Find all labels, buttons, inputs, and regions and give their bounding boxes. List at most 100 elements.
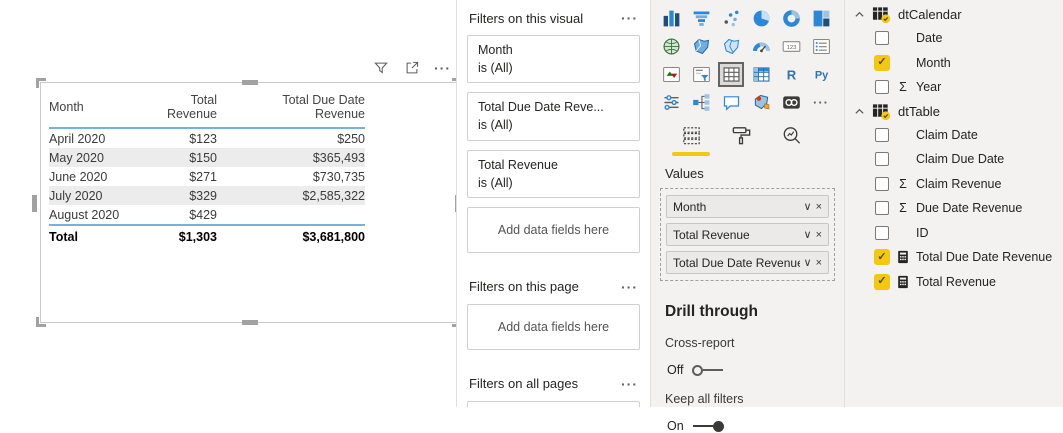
table-row: May 2020 $150 $365,493 [49,148,365,167]
field-well-pill[interactable]: Total Revenue ∨ × [666,223,829,246]
filter-field-name: Total Due Date Reve... [478,100,604,115]
resize-handle-left[interactable] [32,195,37,212]
field-item[interactable]: Claim Due Date [845,147,1063,172]
field-item[interactable]: Claim Date [845,123,1063,148]
filter-icon[interactable] [372,59,390,77]
table-cell: $250 [337,131,365,146]
cross-report-toggle[interactable] [692,364,724,376]
viz-icon-treemap[interactable] [808,6,834,31]
viz-icon-slicer-list[interactable] [658,90,684,115]
values-field-well[interactable]: Month ∨ × Total Revenue ∨ × Total Due Date Rev… [660,188,835,281]
checkbox-unchecked[interactable] [875,201,889,216]
checkbox-unchecked[interactable] [875,127,889,142]
checkbox-unchecked[interactable] [875,80,889,95]
remove-field-icon[interactable]: × [816,257,822,269]
viz-icon-donut-chart[interactable] [778,6,804,31]
viz-icon-r-script[interactable]: R [778,62,804,87]
viz-icon-scatter-chart[interactable] [718,6,744,31]
field-item[interactable]: ✓ Month [845,51,1063,76]
resize-handle-top[interactable] [242,80,258,85]
field-well-pill[interactable]: Total Due Date Revenue ∨ × [666,251,829,274]
chevron-down-icon[interactable]: ∨ [804,228,812,241]
table-cell: $429 [189,207,217,222]
viz-icon-smart-narrative[interactable] [718,90,744,115]
more-options-icon[interactable]: ··· [621,377,638,391]
field-item[interactable]: ✓ Total Revenue [845,270,1063,295]
resize-handle-bottom-left[interactable] [36,317,46,327]
field-well-pill[interactable]: Month ∨ × [666,195,829,218]
field-item[interactable]: Σ Claim Revenue [845,172,1063,197]
field-label: Claim Due Date [916,152,1005,167]
viz-icon-map[interactable] [658,34,684,59]
viz-icon-table[interactable] [718,62,744,87]
filter-section-header: Filters on all pages ··· [467,376,640,392]
tab-analytics[interactable] [772,124,810,156]
field-item[interactable]: Σ Due Date Revenue [845,196,1063,221]
field-label: Year [916,80,942,95]
checkbox-unchecked[interactable] [875,31,889,46]
field-item[interactable]: ✓ Total Due Date Revenue [845,245,1063,270]
visualization-gallery: 123 R Py ··· [658,6,837,115]
table-visual[interactable]: Month Total Revenue Total Due Date Revenue… [32,78,462,327]
total-cell: Total [49,224,139,247]
viz-icon-more-visuals[interactable]: ··· [808,90,834,115]
viz-icon-power-automate[interactable] [778,90,804,115]
fields-table-name: dtCalendar [898,7,962,22]
field-item[interactable]: Date [845,26,1063,51]
add-data-fields-dropzone[interactable]: Add data fields here [467,400,640,407]
collapse-chevron-icon[interactable] [854,9,865,20]
filter-card[interactable]: Month is (All) [467,35,640,84]
viz-icon-stacked-bar-chart[interactable] [658,6,684,31]
viz-icon-arcgis-map[interactable] [748,90,774,115]
viz-icon-slicer[interactable] [688,62,714,87]
viz-icon-multi-row-card[interactable] [808,34,834,59]
viz-icon-python-script[interactable]: Py [808,62,834,87]
resize-handle-top-left[interactable] [36,78,46,88]
checkbox-unchecked[interactable] [875,176,889,191]
resize-handle-bottom[interactable] [242,320,258,325]
filter-card[interactable]: Total Due Date Reve... is (All) [467,92,640,141]
checkbox-checked[interactable]: ✓ [874,273,890,290]
checkbox-checked[interactable]: ✓ [874,54,890,71]
add-data-fields-dropzone[interactable]: Add data fields here [467,303,640,350]
checkbox-wrap [873,152,891,167]
fields-table-dtCalendar[interactable]: dtCalendar [845,3,1063,26]
viz-icon-kpi[interactable] [658,62,684,87]
field-item[interactable]: Σ Year [845,75,1063,100]
tab-format[interactable] [722,124,760,156]
report-canvas[interactable]: ··· Month Total Revenue Total Due Date Rev… [0,0,462,407]
tab-fields[interactable] [672,124,710,156]
chevron-down-icon[interactable]: ∨ [804,200,812,213]
viz-icon-funnel-chart[interactable] [688,6,714,31]
fields-table-dtTable[interactable]: dtTable [845,100,1063,123]
filter-card[interactable]: Total Revenue is (All) [467,149,640,198]
field-item[interactable]: ID [845,221,1063,246]
table-checked-icon [872,5,891,24]
more-options-icon[interactable]: ··· [434,61,451,75]
checkbox-unchecked[interactable] [875,225,889,240]
viz-icon-decomposition-tree[interactable] [688,90,714,115]
remove-field-icon[interactable]: × [816,229,822,241]
collapse-chevron-icon[interactable] [854,106,865,117]
drill-through-section: Drill through Cross-report Off Keep all … [665,303,837,433]
checkbox-unchecked[interactable] [875,152,889,167]
more-options-icon[interactable]: ··· [621,280,638,294]
more-options-icon[interactable]: ··· [621,11,638,25]
focus-mode-icon[interactable] [403,59,421,77]
add-data-fields-dropzone[interactable]: Add data fields here [467,206,640,253]
remove-field-icon[interactable]: × [816,201,822,213]
viz-icon-pie-chart[interactable] [748,6,774,31]
viz-icon-gauge[interactable] [748,34,774,59]
checkbox-wrap [873,201,891,216]
viz-icon-filled-map[interactable] [688,34,714,59]
sigma-icon: Σ [899,176,907,191]
chevron-down-icon[interactable]: ∨ [804,256,812,269]
viz-icon-card[interactable]: 123 [778,34,804,59]
keep-all-filters-toggle[interactable] [692,420,724,432]
checkbox-checked[interactable]: ✓ [874,249,890,266]
viz-icon-shape-map[interactable] [718,34,744,59]
table-cell: April 2020 [49,131,106,146]
field-label: Due Date Revenue [916,201,1023,216]
table-row: June 2020 $271 $730,735 [49,167,365,186]
viz-icon-matrix[interactable] [748,62,774,87]
